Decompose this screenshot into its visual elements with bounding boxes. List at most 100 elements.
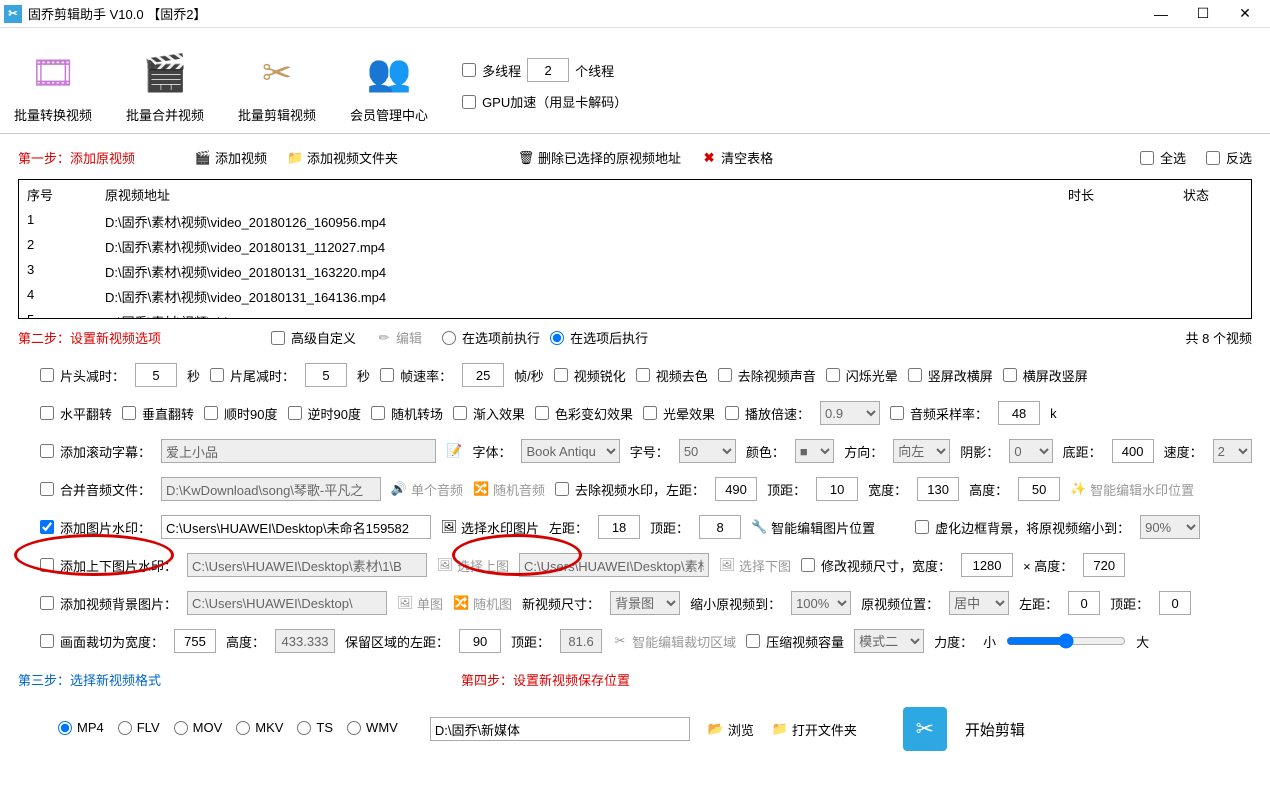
head-trim-input[interactable]	[135, 363, 177, 387]
invert-selection-checkbox[interactable]	[1206, 151, 1220, 165]
portrait-to-landscape-checkbox[interactable]	[908, 368, 922, 382]
crop-width-input[interactable]	[174, 629, 216, 653]
choose-top-image-button[interactable]: 🖼选择上图	[437, 556, 509, 575]
cw90-checkbox[interactable]	[204, 406, 218, 420]
smart-image-position-button[interactable]: 🔧智能编辑图片位置	[751, 518, 875, 537]
orig-position-select[interactable]: 居中	[949, 591, 1009, 615]
ccw90-checkbox[interactable]	[288, 406, 302, 420]
marquee-checkbox[interactable]	[40, 444, 54, 458]
random-audio-button[interactable]: 🔀随机音频	[473, 480, 545, 499]
format-mkv-radio[interactable]: MKV	[236, 720, 283, 735]
table-row[interactable]: 1D:\固乔\素材\视频\video_20180126_160956.mp4	[19, 209, 1251, 234]
speed-checkbox[interactable]	[725, 406, 739, 420]
gpu-checkbox[interactable]	[462, 95, 476, 109]
edit-button[interactable]: ✏编辑	[376, 328, 422, 347]
edit-video-button[interactable]: ✂ 批量剪辑视频	[238, 45, 316, 124]
color-select[interactable]: ■	[795, 439, 834, 463]
multithread-checkbox[interactable]	[462, 63, 476, 77]
compress-mode-select[interactable]: 模式二	[854, 629, 924, 653]
table-row[interactable]: 5D:\固乔\素材\视频\video_20180131_165057.mp4	[19, 309, 1251, 319]
watermark-image-path-input[interactable]	[161, 515, 431, 539]
merge-audio-checkbox[interactable]	[40, 482, 54, 496]
font-size-select[interactable]: 50	[679, 439, 736, 463]
add-video-button[interactable]: 🎬添加视频	[195, 148, 267, 167]
sharpen-checkbox[interactable]	[554, 368, 568, 382]
crop-checkbox[interactable]	[40, 634, 54, 648]
delete-selected-button[interactable]: 🗑删除已选择的原视频地址	[518, 148, 681, 167]
keep-left-input[interactable]	[459, 629, 501, 653]
blur-border-checkbox[interactable]	[915, 520, 929, 534]
resize-height-input[interactable]	[1083, 553, 1125, 577]
direction-select[interactable]: 向左	[893, 439, 950, 463]
landscape-to-portrait-checkbox[interactable]	[1003, 368, 1017, 382]
exec-after-radio[interactable]	[550, 331, 564, 345]
browse-button[interactable]: 📂浏览	[708, 720, 754, 739]
clear-table-button[interactable]: ✖清空表格	[701, 148, 773, 167]
close-button[interactable]: ✕	[1224, 1, 1266, 27]
bg-image-path-input[interactable]	[187, 591, 387, 615]
fade-in-checkbox[interactable]	[453, 406, 467, 420]
compress-slider[interactable]	[1006, 633, 1126, 649]
single-bg-button[interactable]: 🖼单图	[397, 594, 443, 613]
wm-height-input[interactable]	[1018, 477, 1060, 501]
glow-checkbox[interactable]	[643, 406, 657, 420]
vflip-checkbox[interactable]	[122, 406, 136, 420]
head-trim-checkbox[interactable]	[40, 368, 54, 382]
save-path-input[interactable]	[430, 717, 690, 741]
tail-trim-input[interactable]	[305, 363, 347, 387]
audio-path-input[interactable]	[161, 477, 381, 501]
resize-width-input[interactable]	[961, 553, 1013, 577]
start-edit-icon-button[interactable]: ✂	[903, 707, 947, 751]
format-ts-radio[interactable]: TS	[297, 720, 333, 735]
audio-rate-checkbox[interactable]	[890, 406, 904, 420]
open-folder-button[interactable]: 📁打开文件夹	[772, 720, 857, 739]
table-row[interactable]: 4D:\固乔\素材\视频\video_20180131_164136.mp4	[19, 284, 1251, 309]
new-size-select[interactable]: 背景图	[610, 591, 680, 615]
select-all-checkbox[interactable]	[1140, 151, 1154, 165]
fps-input[interactable]	[462, 363, 504, 387]
member-center-button[interactable]: 👥 会员管理中心	[350, 45, 428, 124]
remove-watermark-checkbox[interactable]	[555, 482, 569, 496]
shadow-select[interactable]: 0	[1009, 439, 1052, 463]
fps-checkbox[interactable]	[380, 368, 394, 382]
thread-count-input[interactable]	[527, 58, 569, 82]
marquee-speed-select[interactable]: 2	[1213, 439, 1252, 463]
audio-rate-input[interactable]	[998, 401, 1040, 425]
choose-watermark-image-button[interactable]: 🖼选择水印图片	[441, 518, 539, 537]
merge-video-button[interactable]: 🎬 批量合并视频	[126, 45, 204, 124]
random-bg-button[interactable]: 🔀随机图	[453, 594, 512, 613]
convert-video-button[interactable]: 🎞 批量转换视频	[14, 45, 92, 124]
remove-audio-checkbox[interactable]	[718, 368, 732, 382]
smart-crop-button[interactable]: ✂智能编辑裁切区域	[612, 632, 736, 651]
format-flv-radio[interactable]: FLV	[118, 720, 160, 735]
color-shift-checkbox[interactable]	[535, 406, 549, 420]
crop-height-input[interactable]	[275, 629, 335, 653]
add-folder-button[interactable]: 📁添加视频文件夹	[287, 148, 398, 167]
font-select[interactable]: Book Antiqu	[521, 439, 619, 463]
top-image-path-input[interactable]	[187, 553, 427, 577]
flash-checkbox[interactable]	[826, 368, 840, 382]
choose-bottom-image-button[interactable]: 🖼选择下图	[719, 556, 791, 575]
bg-top-input[interactable]	[1159, 591, 1191, 615]
exec-before-radio[interactable]	[442, 331, 456, 345]
table-row[interactable]: 2D:\固乔\素材\视频\video_20180131_112027.mp4	[19, 234, 1251, 259]
compress-checkbox[interactable]	[746, 634, 760, 648]
format-wmv-radio[interactable]: WMV	[347, 720, 398, 735]
single-audio-button[interactable]: 🔊单个音频	[391, 480, 463, 499]
bottom-margin-input[interactable]	[1112, 439, 1154, 463]
format-mp4-radio[interactable]: MP4	[58, 720, 104, 735]
start-edit-label[interactable]: 开始剪辑	[965, 719, 1025, 740]
img-wm-top-input[interactable]	[699, 515, 741, 539]
bottom-image-path-input[interactable]	[519, 553, 709, 577]
speed-select[interactable]: 0.9	[820, 401, 880, 425]
advanced-checkbox[interactable]	[271, 331, 285, 345]
add-bg-image-checkbox[interactable]	[40, 596, 54, 610]
img-wm-left-input[interactable]	[598, 515, 640, 539]
format-mov-radio[interactable]: MOV	[174, 720, 223, 735]
bg-left-input[interactable]	[1068, 591, 1100, 615]
resize-video-checkbox[interactable]	[801, 558, 815, 572]
marquee-text-input[interactable]	[161, 439, 436, 463]
smart-watermark-button[interactable]: ✨智能编辑水印位置	[1070, 480, 1194, 499]
wm-top-input[interactable]	[816, 477, 858, 501]
minimize-button[interactable]: —	[1140, 1, 1182, 27]
